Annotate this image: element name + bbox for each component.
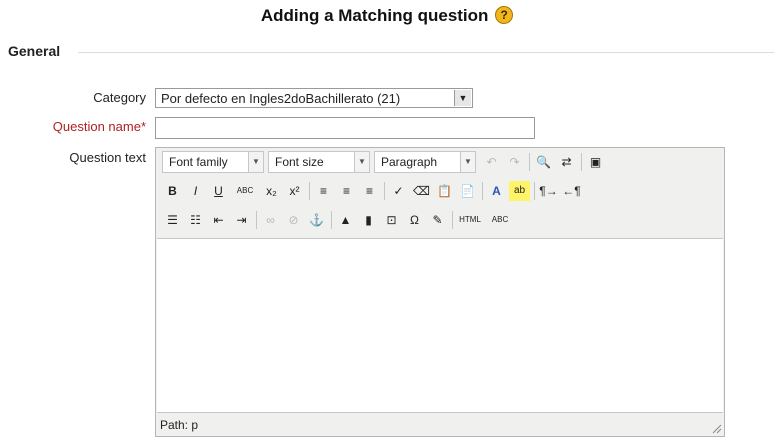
link-icon[interactable]: ∞ bbox=[260, 210, 281, 230]
toolbar-row-2: B I U ABC x₂ x² ≡ ≡ ≡ ✓ ⌫ 📋 📄 Aab ¶→ ←¶ bbox=[159, 180, 719, 204]
find-replace-icon[interactable]: ⇄ bbox=[556, 152, 577, 172]
spellcheck-icon[interactable]: ABC bbox=[486, 210, 514, 230]
font-family-value: Font family bbox=[169, 155, 228, 169]
html-icon[interactable]: HTML bbox=[456, 210, 484, 230]
toolbar-separator bbox=[452, 211, 453, 229]
toolbar-separator bbox=[581, 153, 582, 171]
undo-icon[interactable]: ↶ bbox=[481, 152, 502, 172]
rtl-icon[interactable]: ←¶ bbox=[561, 181, 582, 201]
help-icon[interactable]: ? bbox=[495, 6, 514, 24]
italic-icon[interactable]: I bbox=[185, 181, 206, 201]
category-select[interactable]: Por defecto en Ingles2doBachillerato (21… bbox=[155, 88, 473, 108]
chevron-down-icon: ▼ bbox=[354, 152, 369, 172]
align-right-icon[interactable]: ≡ bbox=[359, 181, 380, 201]
question-text-label: Question text bbox=[69, 150, 146, 165]
background-color-icon[interactable]: ab bbox=[509, 181, 530, 201]
toolbar-separator bbox=[309, 182, 310, 200]
fullscreen-icon[interactable]: ▣ bbox=[585, 152, 606, 172]
page-title-text: Adding a Matching question bbox=[260, 6, 489, 25]
anchor-icon[interactable]: ⚓ bbox=[306, 210, 327, 230]
required-marker: * bbox=[140, 119, 146, 134]
strikethrough-icon[interactable]: ABC bbox=[231, 181, 259, 201]
bold-icon[interactable]: B bbox=[162, 181, 183, 201]
subscript-icon[interactable]: x₂ bbox=[261, 181, 282, 201]
chevron-down-icon: ▼ bbox=[248, 152, 263, 172]
template-icon[interactable]: ⊡ bbox=[381, 210, 402, 230]
superscript-icon[interactable]: x² bbox=[284, 181, 305, 201]
find-icon[interactable]: 🔍 bbox=[533, 152, 554, 172]
eraser-icon[interactable]: ⌫ bbox=[411, 181, 432, 201]
special-char-icon[interactable]: Ω bbox=[404, 210, 425, 230]
toolbar-row-1: Font family ▼ Font size ▼ Paragraph ▼ ↶ ↷… bbox=[159, 151, 719, 175]
chevron-down-icon[interactable]: ▼ bbox=[454, 90, 471, 106]
category-label: Category bbox=[93, 90, 146, 105]
format-value: Paragraph bbox=[381, 155, 438, 169]
align-left-icon[interactable]: ≡ bbox=[313, 181, 334, 201]
page-title: Adding a Matching question ? bbox=[0, 6, 774, 26]
rich-text-editor: Font family ▼ Font size ▼ Paragraph ▼ ↶ ↷… bbox=[155, 147, 725, 437]
equation-icon[interactable]: ✎ bbox=[427, 210, 448, 230]
format-select[interactable]: Paragraph ▼ bbox=[374, 151, 476, 173]
paste-text-icon[interactable]: 📋 bbox=[434, 181, 455, 201]
underline-icon[interactable]: U bbox=[208, 181, 229, 201]
resize-handle-icon[interactable] bbox=[710, 422, 722, 434]
section-divider bbox=[78, 52, 774, 53]
align-center-icon[interactable]: ≡ bbox=[336, 181, 357, 201]
image-icon[interactable]: ▲ bbox=[335, 210, 356, 230]
cleanup-icon[interactable]: ✓ bbox=[388, 181, 409, 201]
redo-icon[interactable]: ↷ bbox=[504, 152, 525, 172]
font-size-value: Font size bbox=[275, 155, 324, 169]
ltr-icon[interactable]: ¶→ bbox=[538, 181, 559, 201]
text-color-icon[interactable]: A bbox=[486, 181, 507, 201]
toolbar-separator bbox=[529, 153, 530, 171]
toolbar-row-3: ☰ ☷ ⇤ ⇥ ∞ ⊘ ⚓ ▲ ▮ ⊡ Ω ✎ HTML ABC bbox=[159, 209, 719, 233]
indent-icon[interactable]: ⇥ bbox=[231, 210, 252, 230]
numbered-list-icon[interactable]: ☷ bbox=[185, 210, 206, 230]
question-name-input[interactable] bbox=[155, 117, 535, 139]
toolbar-separator bbox=[384, 182, 385, 200]
toolbar-separator bbox=[256, 211, 257, 229]
outdent-icon[interactable]: ⇤ bbox=[208, 210, 229, 230]
font-family-select[interactable]: Font family ▼ bbox=[162, 151, 264, 173]
question-name-label: Question name* bbox=[6, 119, 146, 134]
question-name-label-text: Question name bbox=[52, 119, 141, 134]
bullet-list-icon[interactable]: ☰ bbox=[162, 210, 183, 230]
category-select-value: Por defecto en Ingles2doBachillerato (21… bbox=[161, 91, 401, 106]
media-icon[interactable]: ▮ bbox=[358, 210, 379, 230]
section-legend-general[interactable]: General bbox=[8, 43, 60, 59]
unlink-icon[interactable]: ⊘ bbox=[283, 210, 304, 230]
editor-path: Path: p bbox=[160, 418, 199, 432]
toolbar-separator bbox=[534, 182, 535, 200]
toolbar-separator bbox=[482, 182, 483, 200]
paste-word-icon[interactable]: 📄 bbox=[457, 181, 478, 201]
chevron-down-icon: ▼ bbox=[460, 152, 475, 172]
font-size-select[interactable]: Font size ▼ bbox=[268, 151, 370, 173]
toolbar-separator bbox=[331, 211, 332, 229]
editor-content-area[interactable] bbox=[157, 238, 723, 413]
